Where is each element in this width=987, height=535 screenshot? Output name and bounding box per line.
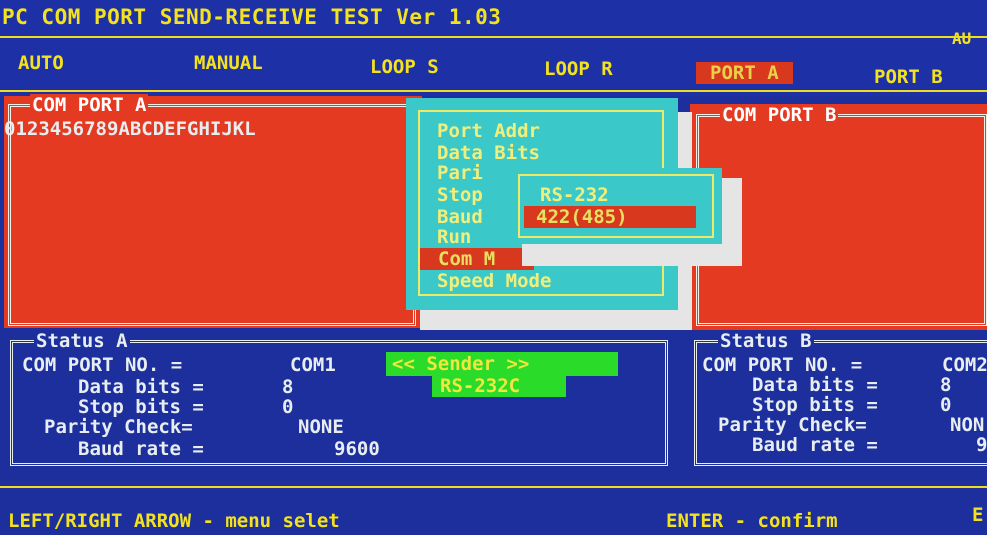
status-b-label: Status B bbox=[718, 330, 814, 352]
com-port-b-label: COM PORT B bbox=[720, 104, 839, 126]
footer-hint-right: ENTER - confirm bbox=[666, 510, 838, 532]
com-port-a-data: 0123456789ABCDEFGHIJKL bbox=[4, 118, 256, 140]
title-divider bbox=[0, 36, 987, 38]
submenu-item-422-485[interactable]: 422(485) bbox=[524, 206, 696, 228]
menu-item-port-b[interactable]: PORT B bbox=[874, 66, 943, 88]
status-b-stop-bits-value: 0 bbox=[940, 394, 952, 416]
dos-screen: PC COM PORT SEND-RECEIVE TEST Ver 1.03 A… bbox=[0, 0, 987, 535]
status-a-parity-value: NONE bbox=[298, 416, 344, 438]
status-b-com-port-label: COM PORT NO. = bbox=[702, 354, 863, 376]
popup-item-run[interactable]: Run bbox=[437, 226, 471, 248]
popup-item-data-bits[interactable]: Data Bits bbox=[437, 142, 540, 164]
status-a-baud-label: Baud rate = bbox=[78, 438, 204, 460]
status-b-baud-value: 9 bbox=[976, 434, 987, 456]
status-b-com-port-value: COM2 bbox=[942, 354, 987, 376]
interface-badge: RS-232C bbox=[440, 375, 521, 397]
status-a-label: Status A bbox=[34, 330, 130, 352]
status-b-data-bits-value: 8 bbox=[940, 374, 952, 396]
footer-hint-edge: E bbox=[972, 504, 984, 526]
status-a-data-bits-label: Data bits = bbox=[78, 376, 204, 398]
popup-item-baud[interactable]: Baud bbox=[437, 206, 483, 228]
status-b-baud-label: Baud rate = bbox=[752, 434, 878, 456]
menu-divider bbox=[0, 90, 987, 92]
app-title: PC COM PORT SEND-RECEIVE TEST Ver 1.03 bbox=[2, 5, 502, 29]
status-a-stop-bits-label: Stop bits = bbox=[78, 396, 204, 418]
menu-item-loop-r[interactable]: LOOP R bbox=[544, 58, 613, 80]
status-a-com-port-label: COM PORT NO. = bbox=[22, 354, 183, 376]
popup-item-parity[interactable]: Pari bbox=[437, 162, 483, 184]
status-b-data-bits-label: Data bits = bbox=[752, 374, 878, 396]
status-b-parity-value: NON bbox=[950, 414, 985, 436]
popup-item-speed-mode[interactable]: Speed Mode bbox=[437, 270, 551, 292]
sender-badge: << Sender >> bbox=[392, 353, 530, 375]
status-b-parity-label: Parity Check= bbox=[718, 414, 867, 436]
menu-item-port-a[interactable]: PORT A bbox=[696, 62, 793, 84]
footer-divider bbox=[0, 486, 987, 488]
menu-bar bbox=[0, 44, 987, 96]
status-b-stop-bits-label: Stop bits = bbox=[752, 394, 878, 416]
popup-item-com-mode[interactable]: Com M bbox=[420, 248, 534, 270]
status-a-stop-bits-value: 0 bbox=[282, 396, 294, 418]
status-a-baud-value: 9600 bbox=[334, 438, 380, 460]
popup-item-stop[interactable]: Stop bbox=[437, 184, 483, 206]
menu-item-manual[interactable]: MANUAL bbox=[194, 52, 263, 74]
status-a-data-bits-value: 8 bbox=[282, 376, 294, 398]
status-a-com-port-value: COM1 bbox=[290, 354, 336, 376]
menu-item-auto[interactable]: AUTO bbox=[18, 52, 64, 74]
submenu-item-rs232[interactable]: RS-232 bbox=[540, 184, 609, 206]
com-port-a-label: COM PORT A bbox=[30, 94, 149, 116]
menu-item-loop-s[interactable]: LOOP S bbox=[370, 56, 439, 78]
footer-hint-left: LEFT/RIGHT ARROW - menu selet bbox=[8, 510, 340, 532]
status-a-parity-label: Parity Check= bbox=[44, 416, 193, 438]
popup-item-port-addr[interactable]: Port Addr bbox=[437, 120, 540, 142]
